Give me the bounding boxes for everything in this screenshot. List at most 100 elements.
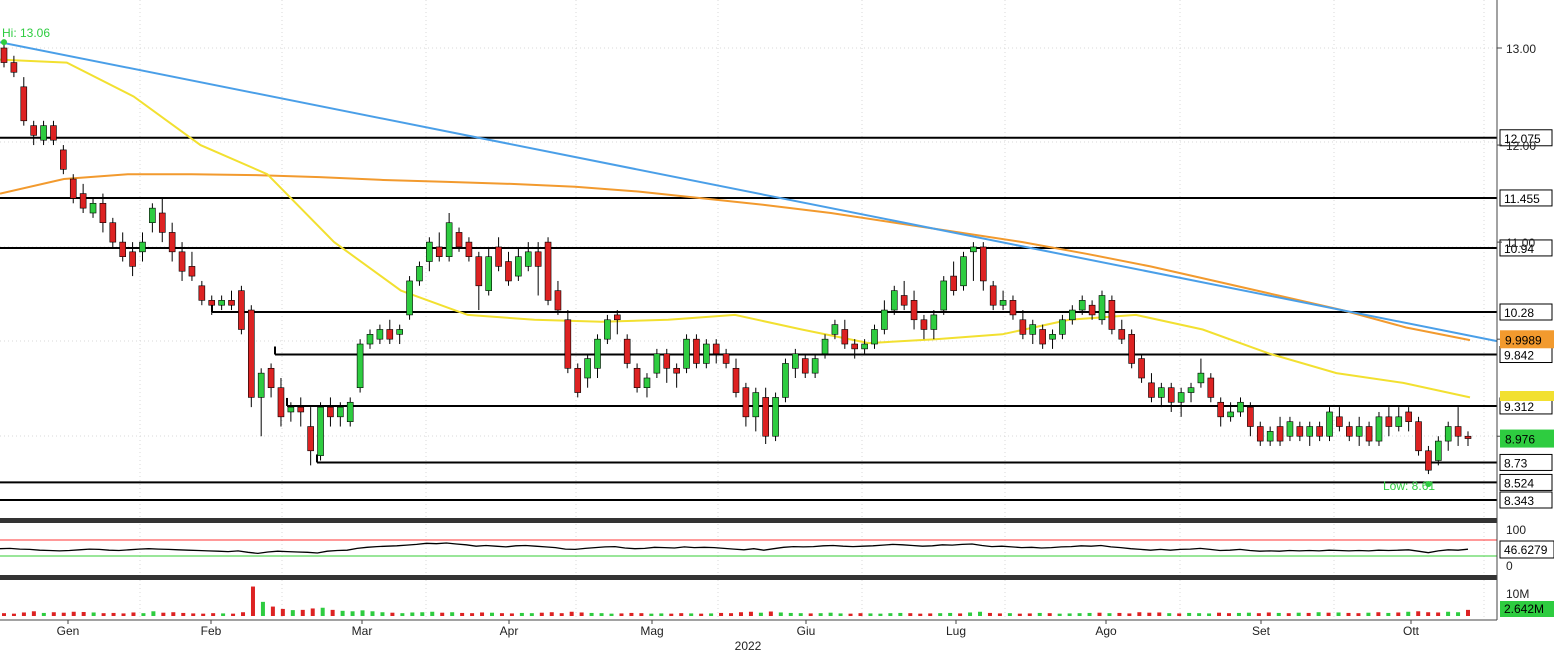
volume-bar: [1256, 613, 1261, 616]
volume-bar: [320, 607, 325, 616]
candle-body: [1425, 450, 1432, 471]
candle-body: [613, 314, 621, 321]
candle-body: [1039, 329, 1046, 345]
volume-bar: [579, 612, 584, 616]
candle-body: [515, 256, 522, 277]
candle-body: [574, 367, 582, 393]
volume-bar: [1446, 611, 1451, 616]
osc-last-label: 46.6279: [1504, 543, 1548, 557]
candle-body: [366, 334, 374, 345]
candle-body: [475, 256, 483, 287]
candle-body: [495, 246, 502, 267]
volume-bar: [609, 613, 614, 616]
volume-bar: [729, 613, 734, 616]
level-label: 9.842: [1499, 346, 1553, 364]
volume-bar: [1426, 612, 1431, 616]
candle-body: [228, 300, 235, 306]
candle-body: [356, 343, 364, 389]
candle-body: [1345, 426, 1353, 437]
candle-body: [109, 222, 117, 243]
volume-bar: [968, 612, 973, 616]
volume-bar: [1057, 613, 1062, 616]
volume-bar: [121, 613, 126, 616]
price-chart[interactable]: Hi: 13.06 Low: 8.61 12.07511.45510.9410.…: [0, 0, 1554, 657]
volume-bar: [788, 612, 793, 616]
volume-bar: [1137, 612, 1142, 616]
volume-bar: [1037, 612, 1042, 616]
volume-bar: [1406, 611, 1411, 616]
high-marker: [1, 39, 7, 46]
volume-bar: [330, 609, 335, 616]
volume-bar: [420, 612, 425, 616]
volume-bar: [838, 613, 843, 616]
candle-body: [119, 241, 127, 257]
candle-body: [732, 367, 740, 393]
candle-body: [435, 246, 443, 257]
candle-body: [1197, 372, 1205, 384]
candle-body: [762, 397, 769, 437]
volume-bar: [440, 612, 445, 616]
candle-body: [1385, 416, 1393, 427]
volume-bar: [808, 613, 813, 616]
candle-body: [0, 47, 8, 63]
month-label: Giu: [797, 624, 816, 638]
candle-body: [554, 290, 562, 311]
volume-bar: [1236, 612, 1241, 616]
candle-body: [99, 202, 107, 224]
candle-body: [1365, 426, 1373, 442]
volume-bar: [171, 612, 176, 616]
candle-body: [30, 125, 37, 136]
candle-body: [1266, 431, 1274, 442]
year-label: 2022: [735, 639, 762, 653]
volume-bar: [460, 612, 465, 616]
month-label: Mar: [352, 624, 373, 638]
volume-bar: [978, 611, 982, 616]
candle-body: [910, 300, 918, 321]
volume-bar: [1117, 612, 1122, 616]
candle-body: [534, 251, 542, 267]
volume-bar: [1276, 612, 1281, 616]
candle-body: [1019, 319, 1027, 335]
volume-bar: [719, 612, 724, 616]
volume-bar: [1346, 612, 1351, 616]
volume-bar: [1366, 612, 1371, 616]
volume-tick-label: 10M: [1506, 587, 1529, 601]
candle-body: [1078, 300, 1086, 311]
volume-bar: [480, 612, 485, 616]
volume-bar: [111, 612, 116, 616]
candle-body: [247, 309, 255, 398]
candle-body: [168, 232, 176, 253]
candle-body: [218, 300, 225, 306]
candle-body: [20, 86, 28, 122]
candle-body: [653, 353, 661, 374]
candle-body: [821, 338, 829, 355]
candle-body: [1098, 295, 1106, 321]
candle-body: [1355, 426, 1363, 437]
candle-body: [1276, 426, 1284, 442]
candle-body: [277, 387, 285, 418]
candle-body: [149, 207, 156, 224]
osc-tick-label: 100: [1506, 523, 1526, 537]
candle-body: [50, 125, 57, 141]
volume-bar: [619, 613, 624, 616]
volume-bar: [141, 613, 146, 616]
level-label: 8.73: [1499, 453, 1553, 471]
candle-body: [267, 367, 275, 389]
candle-body: [198, 285, 206, 301]
candle-body: [1326, 411, 1333, 437]
panel-separator: [0, 518, 1497, 523]
candle-body: [564, 319, 572, 369]
volume-bar: [300, 609, 305, 616]
candle-body: [465, 241, 473, 257]
volume-bar: [260, 601, 265, 616]
candle-body: [801, 358, 809, 374]
volume-bar: [1167, 613, 1172, 616]
candle-body: [683, 338, 690, 369]
volume-bar: [370, 611, 375, 616]
volume-bar: [539, 612, 544, 616]
volume-bar: [1197, 613, 1202, 616]
chart-background: [0, 0, 1554, 657]
candle-body: [376, 329, 384, 340]
candle-body: [673, 367, 680, 374]
volume-bar: [987, 612, 992, 616]
